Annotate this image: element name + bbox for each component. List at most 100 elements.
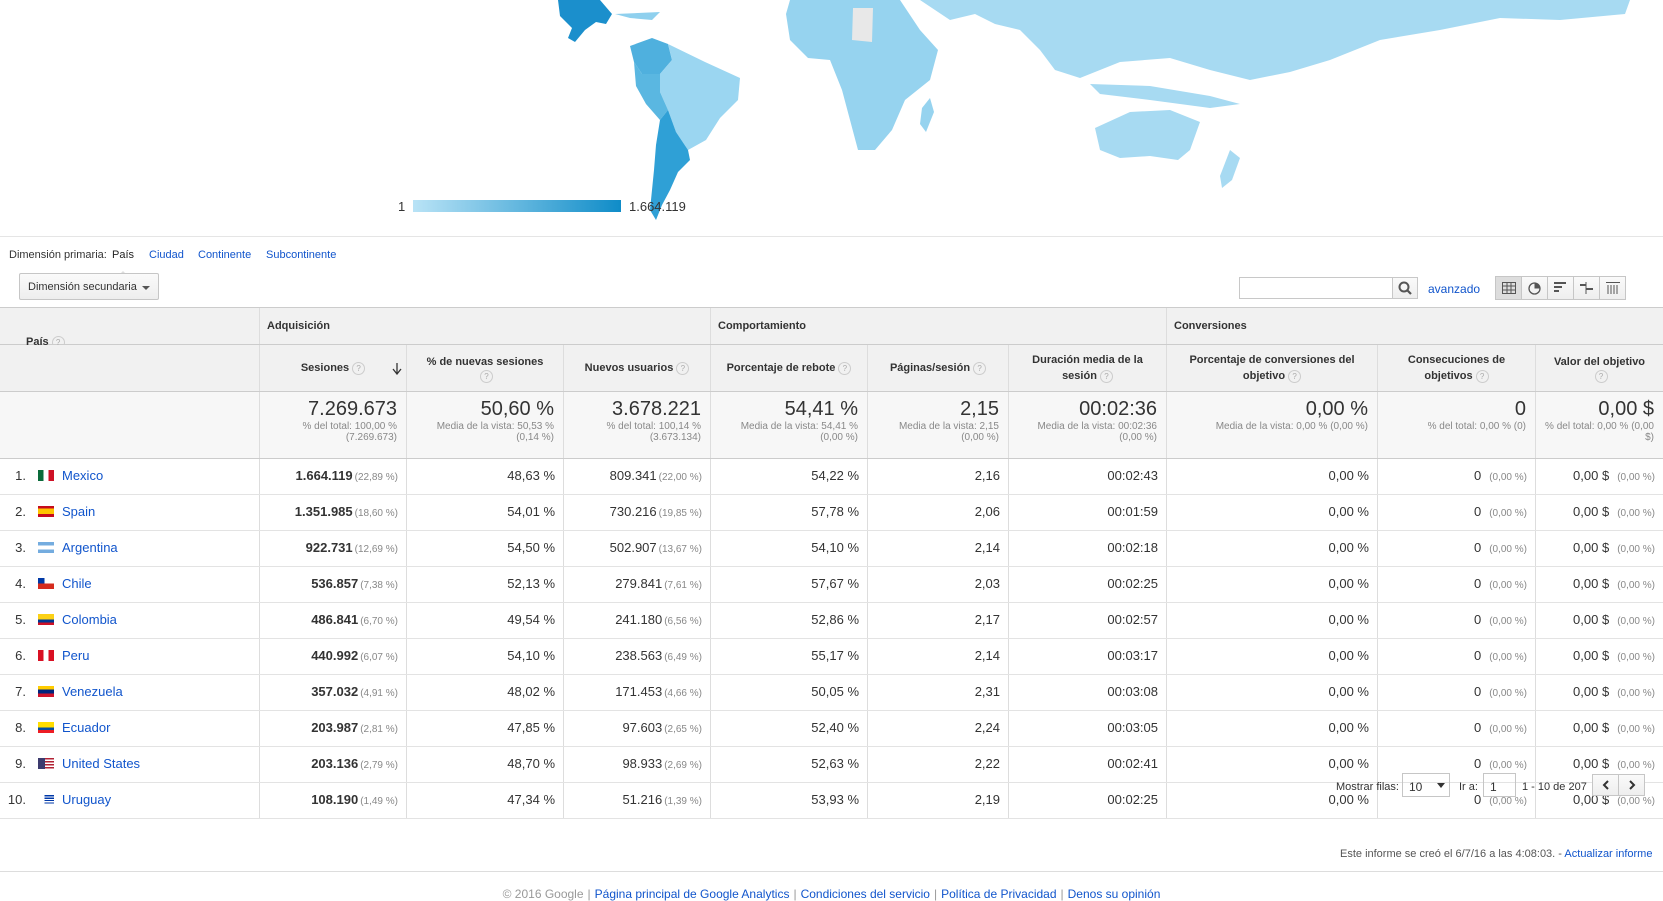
total-sub: % del total: 100,14 % (3.673.134) bbox=[606, 421, 701, 443]
total-sub: Media de la vista: 0,00 % (0,00 %) bbox=[1215, 421, 1368, 432]
country-link[interactable]: Spain bbox=[62, 504, 95, 519]
goal-completions-cell: 0 (0,00 %) bbox=[1377, 639, 1535, 674]
country-link[interactable]: Peru bbox=[62, 648, 89, 663]
geo-map[interactable]: 1 1.664.119 bbox=[0, 0, 1663, 235]
report-created-info: Este informe se creó el 6/7/16 a las 4:0… bbox=[1340, 848, 1652, 860]
total-sessions: 7.269.673% del total: 100,00 % (7.269.67… bbox=[259, 392, 406, 458]
sessions-value: 357.032 bbox=[311, 684, 359, 699]
col-new-sessions-pct[interactable]: % de nuevas sesiones? bbox=[406, 345, 563, 391]
performance-view-button[interactable] bbox=[1547, 276, 1574, 300]
total-goal-conversion-rate: 0,00 % Media de la vista: 0,00 % (0,00 %) bbox=[1166, 392, 1377, 458]
table-column-header: Sesiones? % de nuevas sesiones? Nuevos u… bbox=[0, 345, 1663, 392]
comparison-view-button[interactable] bbox=[1573, 276, 1600, 300]
map-region-indonesia[interactable] bbox=[1090, 84, 1240, 108]
map-region-new-zealand[interactable] bbox=[1220, 150, 1240, 188]
advanced-filter-link[interactable]: avanzado bbox=[1428, 282, 1480, 296]
goto-page-input[interactable]: 1 bbox=[1483, 773, 1516, 797]
bounce-rate-cell: 54,10 % bbox=[710, 531, 867, 566]
prev-page-button[interactable] bbox=[1592, 774, 1619, 796]
total-avg-duration: 00:02:36 Media de la vista: 00:02:36 (0,0… bbox=[1008, 392, 1166, 458]
avg-duration-cell: 00:03:08 bbox=[1008, 675, 1166, 710]
new-users-cell: 171.453 (4,66 %) bbox=[563, 675, 710, 710]
sessions-value: 536.857 bbox=[311, 576, 359, 591]
dimension-option-country[interactable]: País bbox=[112, 249, 134, 276]
bounce-rate-cell: 57,67 % bbox=[710, 567, 867, 602]
col-bounce-rate[interactable]: Porcentaje de rebote? bbox=[710, 345, 867, 391]
col-goal-conversion-rate-label: Porcentaje de conversiones del objetivo bbox=[1189, 354, 1355, 382]
table-search-input[interactable] bbox=[1239, 277, 1392, 299]
help-icon[interactable]: ? bbox=[352, 361, 366, 375]
country-link[interactable]: Ecuador bbox=[62, 720, 110, 735]
footer-link-feedback[interactable]: Denos su opinión bbox=[1068, 887, 1161, 901]
goal-completions-value: 0 bbox=[1473, 576, 1482, 591]
country-link[interactable]: Mexico bbox=[62, 468, 103, 483]
col-avg-duration[interactable]: Duración media de la sesión? bbox=[1008, 345, 1166, 391]
map-region-madagascar[interactable] bbox=[920, 98, 934, 132]
performance-view-icon bbox=[1554, 282, 1566, 292]
country-link[interactable]: Argentina bbox=[62, 540, 118, 555]
new-users-value: 809.341 bbox=[609, 468, 657, 483]
col-pages-session[interactable]: Páginas/sesión? bbox=[867, 345, 1008, 391]
table-view-button[interactable] bbox=[1495, 276, 1522, 300]
total-bounce-rate: 54,41 % Media de la vista: 54,41 % (0,00 … bbox=[710, 392, 867, 458]
new-sessions-pct-cell: 54,10 % bbox=[406, 639, 563, 674]
col-goal-completions-label: Consecuciones de objetivos bbox=[1407, 354, 1506, 382]
pagination: Mostrar filas: 10 Ir a: 1 1 - 10 de 207 bbox=[0, 768, 1663, 798]
dimension-option-city[interactable]: Ciudad bbox=[149, 249, 184, 261]
sort-desc-icon[interactable] bbox=[392, 363, 402, 375]
col-goal-value[interactable]: Valor del objetivo? bbox=[1535, 345, 1663, 391]
row-number: 1. bbox=[15, 468, 26, 483]
new-users-cell: 809.341 (22,00 %) bbox=[563, 459, 710, 494]
country-link[interactable]: Chile bbox=[62, 576, 92, 591]
country-link[interactable]: Colombia bbox=[62, 612, 117, 627]
col-new-users-label: Nuevos usuarios bbox=[584, 362, 674, 374]
footer-link-privacy[interactable]: Política de Privacidad bbox=[941, 887, 1056, 901]
sessions-cell: 203.987 (2,81 %) bbox=[259, 711, 406, 746]
help-icon[interactable]: ? bbox=[1099, 369, 1113, 383]
help-icon[interactable]: ? bbox=[838, 361, 852, 375]
map-region-africa-north[interactable] bbox=[852, 8, 873, 42]
group-conversions: Conversiones bbox=[1166, 308, 1663, 344]
table-row: 3. Argentina 922.731 (12,69 %) 54,50 % 502… bbox=[0, 531, 1663, 567]
help-icon[interactable]: ? bbox=[973, 361, 987, 375]
footer-link-terms[interactable]: Condiciones del servicio bbox=[801, 887, 930, 901]
search-button[interactable] bbox=[1392, 277, 1418, 299]
refresh-report-link[interactable]: Actualizar informe bbox=[1564, 848, 1652, 860]
goal-completions-value: 0 bbox=[1473, 540, 1482, 555]
pie-view-button[interactable] bbox=[1521, 276, 1548, 300]
secondary-dimension-label: Dimensión secundaria bbox=[28, 281, 137, 293]
col-pages-session-label: Páginas/sesión bbox=[889, 362, 971, 374]
goal-conversion-rate-cell: 0,00 % bbox=[1166, 639, 1377, 674]
col-new-users[interactable]: Nuevos usuarios? bbox=[563, 345, 710, 391]
help-icon[interactable]: ? bbox=[1288, 369, 1302, 383]
goal-value-value: 0,00 $ bbox=[1573, 576, 1610, 591]
goal-value-pct: (0,00 %) bbox=[1617, 688, 1655, 699]
map-region-caribbean[interactable] bbox=[615, 12, 660, 20]
footer-link-analytics-home[interactable]: Página principal de Google Analytics bbox=[595, 887, 790, 901]
map-region-asia[interactable] bbox=[920, 0, 1630, 80]
country-link[interactable]: Venezuela bbox=[62, 684, 123, 699]
col-sessions[interactable]: Sesiones? bbox=[259, 345, 406, 391]
pivot-view-button[interactable] bbox=[1599, 276, 1626, 300]
new-sessions-pct-cell: 54,01 % bbox=[406, 495, 563, 530]
total-sub: Media de la vista: 2,15 (0,00 %) bbox=[898, 421, 999, 443]
goal-conversion-rate-cell: 0,00 % bbox=[1166, 495, 1377, 530]
total-sub: Media de la vista: 50,53 % (0,14 %) bbox=[436, 421, 554, 443]
map-region-australia[interactable] bbox=[1095, 110, 1200, 160]
dimension-header-cell[interactable]: País? bbox=[0, 308, 259, 349]
help-icon[interactable]: ? bbox=[480, 369, 493, 383]
sessions-cell: 922.731 (12,69 %) bbox=[259, 531, 406, 566]
help-icon[interactable]: ? bbox=[676, 361, 690, 375]
avg-duration-cell: 00:02:57 bbox=[1008, 603, 1166, 638]
col-goal-completions[interactable]: Consecuciones de objetivos? bbox=[1377, 345, 1535, 391]
sessions-pct: (6,70 %) bbox=[360, 616, 398, 627]
dimension-option-subcontinent[interactable]: Subcontinente bbox=[266, 249, 336, 261]
rows-per-page-select[interactable]: 10 bbox=[1402, 773, 1450, 797]
help-icon[interactable]: ? bbox=[1475, 369, 1489, 383]
help-icon[interactable]: ? bbox=[1594, 369, 1608, 383]
map-region-mexico[interactable] bbox=[558, 0, 612, 42]
secondary-dimension-dropdown[interactable]: Dimensión secundaria bbox=[19, 273, 159, 300]
col-goal-conversion-rate[interactable]: Porcentaje de conversiones del objetivo? bbox=[1166, 345, 1377, 391]
next-page-button[interactable] bbox=[1618, 774, 1645, 796]
dimension-option-continent[interactable]: Continente bbox=[198, 249, 251, 261]
